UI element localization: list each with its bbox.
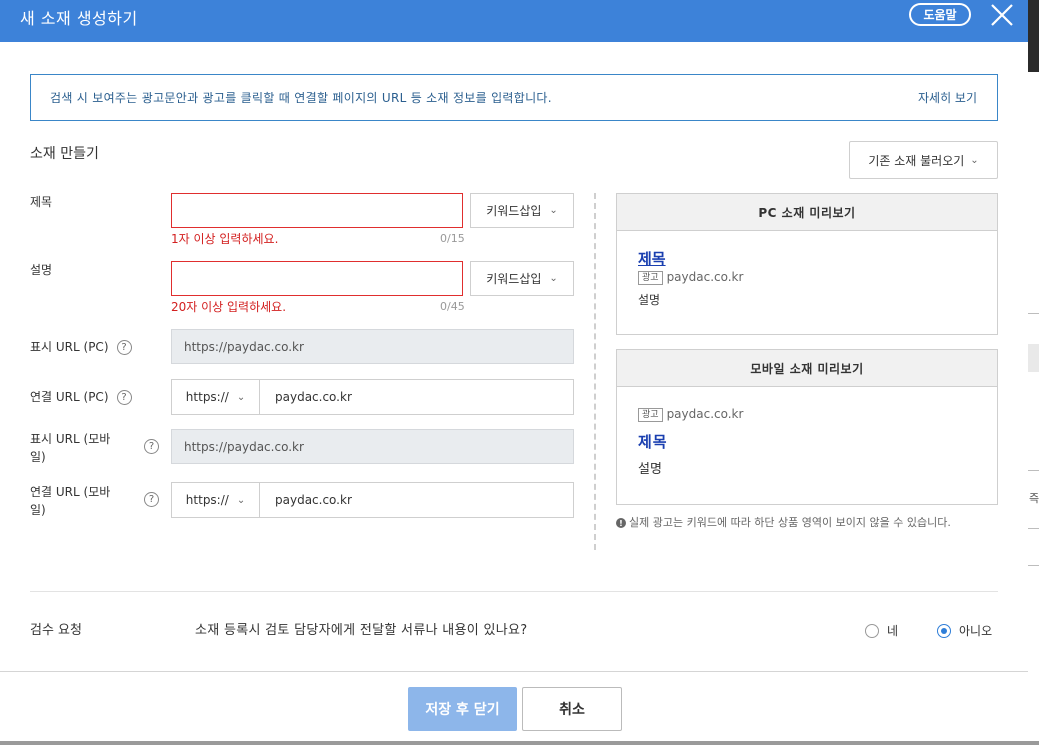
mobile-preview-desc: 설명 (638, 461, 662, 477)
mobile-preview-title: 제목 (638, 432, 668, 451)
ad-badge: 광고 (638, 270, 663, 285)
chevron-down-icon: ⌄ (236, 391, 246, 403)
backdrop-divider (1028, 470, 1039, 471)
desc-input[interactable] (171, 261, 463, 296)
chevron-down-icon: ⌄ (970, 154, 979, 166)
save-close-button[interactable]: 저장 후 닫기 (408, 687, 517, 731)
link-url-pc-input[interactable]: paydac.co.kr (260, 379, 574, 415)
display-url-m-field: https://paydac.co.kr (171, 429, 574, 464)
info-banner: 검색 시 보여주는 광고문안과 광고를 클릭할 때 연결할 페이지의 URL 등… (30, 74, 998, 121)
keyword-insert-label: 키워드삽입 (486, 204, 542, 218)
radio-no[interactable]: 아니오 (937, 622, 992, 639)
display-url-m-label: 표시 URL (모바 일) ? (30, 430, 160, 466)
review-question: 소재 등록시 검토 담당자에게 전달할 서류나 내용이 있나요? (195, 623, 528, 638)
desc-keyword-insert-button[interactable]: 키워드삽입 ⌄ (470, 261, 574, 296)
chevron-down-icon: ⌄ (549, 273, 558, 284)
question-icon[interactable]: ? (144, 439, 159, 454)
desc-error: 20자 이상 입력하세요. (171, 300, 287, 314)
load-existing-button[interactable]: 기존 소재 불러오기 ⌄ (849, 141, 998, 179)
question-icon[interactable]: ? (144, 492, 159, 507)
modal-footer: 저장 후 닫기 취소 (0, 671, 1028, 741)
link-url-m-label-line1: 연결 URL (모바 (30, 485, 111, 499)
display-url-pc-field: https://paydac.co.kr (171, 329, 574, 364)
protocol-select[interactable]: https:// ⌄ (171, 482, 260, 518)
pc-preview-desc: 설명 (638, 292, 661, 307)
pc-preview-header: PC 소재 미리보기 (617, 194, 997, 231)
modal-title: 새 소재 생성하기 (20, 9, 138, 28)
link-url-pc-label-text: 연결 URL (PC) (30, 390, 109, 404)
link-url-m-group: https:// ⌄ paydac.co.kr (171, 482, 574, 518)
radio-circle-selected[interactable] (937, 623, 951, 638)
cancel-button[interactable]: 취소 (522, 687, 622, 731)
preview-notice: ! 실제 광고는 키워드에 따라 하단 상품 영역이 보이지 않을 수 있습니다. (616, 514, 1000, 531)
link-url-pc-label: 연결 URL (PC)? (30, 388, 132, 406)
title-input[interactable] (171, 193, 463, 228)
backdrop-divider (1028, 528, 1039, 529)
close-icon[interactable] (988, 1, 1016, 29)
desc-counter: 0/45 (440, 300, 465, 313)
backdrop-divider (1028, 313, 1039, 314)
mobile-preview-header: 모바일 소재 미리보기 (617, 350, 997, 387)
display-url-m-label-line1: 표시 URL (모바 (30, 432, 111, 446)
link-url-m-input[interactable]: paydac.co.kr (260, 482, 574, 518)
review-label: 검수 요청 (30, 623, 82, 638)
question-icon[interactable]: ? (116, 390, 132, 405)
title-counter: 0/15 (440, 232, 465, 245)
radio-yes-label: 네 (887, 624, 899, 638)
help-button[interactable]: 도움말 (909, 3, 971, 26)
pc-preview-url: paydac.co.kr (666, 270, 744, 284)
question-icon[interactable]: ? (116, 340, 132, 355)
backdrop-divider (1028, 565, 1039, 566)
title-label: 제목 (30, 195, 53, 209)
vertical-divider (594, 193, 596, 550)
backdrop-header (1028, 0, 1039, 72)
display-url-m-label-line2: 일) (30, 450, 46, 464)
protocol-select[interactable]: https:// ⌄ (171, 379, 260, 415)
backdrop-band (1028, 344, 1039, 372)
mobile-preview-url: paydac.co.kr (666, 407, 744, 421)
create-ad-modal: 새 소재 생성하기 도움말 검색 시 보여주는 광고문안과 광고를 클릭할 때 … (0, 0, 1028, 741)
notice-text: 실제 광고는 키워드에 따라 하단 상품 영역이 보이지 않을 수 있습니다. (629, 516, 951, 529)
more-link[interactable]: 자세히 보기 (918, 89, 977, 106)
desc-label: 설명 (30, 263, 53, 277)
radio-no-label: 아니오 (959, 624, 993, 638)
mobile-preview-panel: 모바일 소재 미리보기 광고 paydac.co.kr 제목 설명 (616, 349, 998, 505)
title-keyword-insert-button[interactable]: 키워드삽입 ⌄ (470, 193, 574, 228)
page-backdrop: 즉 (1028, 0, 1039, 745)
pc-preview-title: 제목 (638, 250, 666, 268)
keyword-insert-label: 키워드삽입 (486, 272, 542, 286)
display-url-pc-label-text: 표시 URL (PC) (30, 340, 109, 354)
info-text: 검색 시 보여주는 광고문안과 광고를 클릭할 때 연결할 페이지의 URL 등… (50, 91, 552, 105)
ad-badge: 광고 (638, 407, 663, 422)
section-title: 소재 만들기 (30, 146, 99, 162)
chevron-down-icon: ⌄ (549, 205, 558, 216)
section-divider (30, 591, 998, 592)
link-url-m-label: 연결 URL (모바 일) ? (30, 483, 160, 519)
exclamation-icon: ! (616, 518, 626, 528)
display-url-pc-label: 표시 URL (PC)? (30, 338, 132, 356)
modal-header: 새 소재 생성하기 도움말 (0, 0, 1028, 42)
load-existing-label: 기존 소재 불러오기 (868, 153, 965, 168)
link-url-m-label-line2: 일) (30, 503, 46, 517)
title-error: 1자 이상 입력하세요. (171, 232, 279, 246)
backdrop-text: 즉 (1029, 492, 1039, 505)
protocol-value: https:// (185, 390, 229, 404)
backdrop-bottom (0, 741, 1039, 745)
chevron-down-icon: ⌄ (236, 494, 246, 506)
radio-yes[interactable]: 네 (865, 622, 898, 639)
link-url-pc-group: https:// ⌄ paydac.co.kr (171, 379, 574, 415)
radio-circle[interactable] (865, 623, 879, 638)
protocol-value: https:// (185, 493, 229, 507)
pc-preview-panel: PC 소재 미리보기 제목 광고 paydac.co.kr 설명 (616, 193, 998, 335)
